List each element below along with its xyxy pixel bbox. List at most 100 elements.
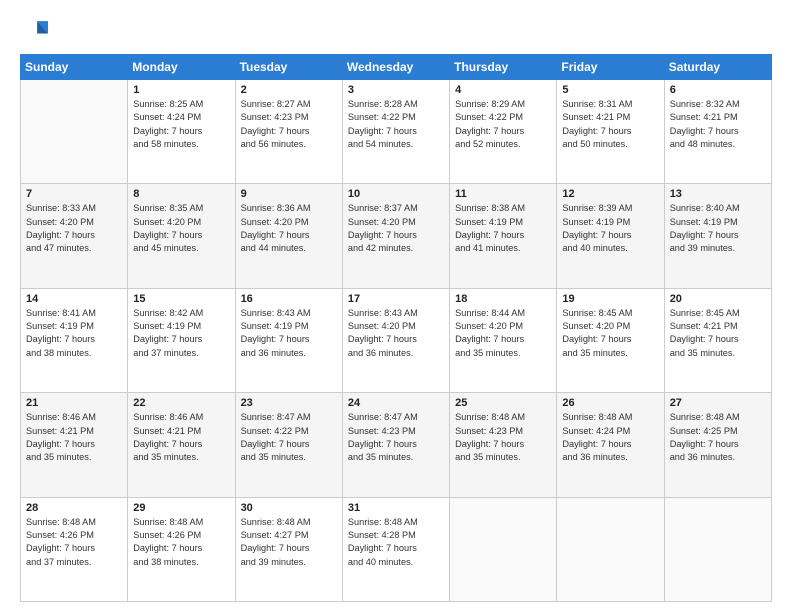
day-cell: 28Sunrise: 8:48 AMSunset: 4:26 PMDayligh… xyxy=(21,497,128,601)
day-cell: 24 Sunrise: 8:47 AMSunset: 4:23 PMDayligh… xyxy=(342,393,449,497)
day-info: Sunrise: 8:46 AMSunset: 4:21 PMDaylight:… xyxy=(26,411,122,464)
day-cell: 22 Sunrise: 8:46 AMSunset: 4:21 PMDayligh… xyxy=(128,393,235,497)
day-number: 7 xyxy=(26,188,122,200)
day-cell: 3 Sunrise: 8:28 AMSunset: 4:22 PMDaylight… xyxy=(342,80,449,184)
week-row-1: 1 Sunrise: 8:25 AMSunset: 4:24 PMDaylight… xyxy=(21,80,772,184)
day-info: Sunrise: 8:32 AMSunset: 4:21 PMDaylight:… xyxy=(670,98,766,151)
day-info: Sunrise: 8:43 AMSunset: 4:20 PMDaylight:… xyxy=(348,307,444,360)
week-row-3: 14Sunrise: 8:41 AMSunset: 4:19 PMDayligh… xyxy=(21,288,772,392)
day-number: 9 xyxy=(241,188,337,200)
day-info: Sunrise: 8:48 AMSunset: 4:28 PMDaylight:… xyxy=(348,516,444,569)
page: SundayMondayTuesdayWednesdayThursdayFrid… xyxy=(0,0,792,612)
day-cell: 31 Sunrise: 8:48 AMSunset: 4:28 PMDayligh… xyxy=(342,497,449,601)
header-day-tuesday: Tuesday xyxy=(235,55,342,80)
day-cell: 13Sunrise: 8:40 AMSunset: 4:19 PMDayligh… xyxy=(664,184,771,288)
day-info: Sunrise: 8:48 AMSunset: 4:26 PMDaylight:… xyxy=(26,516,122,569)
day-cell: 12 Sunrise: 8:39 AMSunset: 4:19 PMDayligh… xyxy=(557,184,664,288)
day-number: 19 xyxy=(562,293,658,305)
day-info: Sunrise: 8:39 AMSunset: 4:19 PMDaylight:… xyxy=(562,202,658,255)
day-cell: 23 Sunrise: 8:47 AMSunset: 4:22 PMDayligh… xyxy=(235,393,342,497)
day-cell: 30Sunrise: 8:48 AMSunset: 4:27 PMDayligh… xyxy=(235,497,342,601)
day-cell: 29 Sunrise: 8:48 AMSunset: 4:26 PMDayligh… xyxy=(128,497,235,601)
day-number: 29 xyxy=(133,502,229,514)
day-number: 24 xyxy=(348,397,444,409)
day-cell: 26 Sunrise: 8:48 AMSunset: 4:24 PMDayligh… xyxy=(557,393,664,497)
day-number: 3 xyxy=(348,84,444,96)
day-number: 31 xyxy=(348,502,444,514)
day-number: 15 xyxy=(133,293,229,305)
day-cell: 18 Sunrise: 8:44 AMSunset: 4:20 PMDayligh… xyxy=(450,288,557,392)
day-info: Sunrise: 8:48 AMSunset: 4:26 PMDaylight:… xyxy=(133,516,229,569)
day-cell: 1 Sunrise: 8:25 AMSunset: 4:24 PMDaylight… xyxy=(128,80,235,184)
day-number: 12 xyxy=(562,188,658,200)
day-cell xyxy=(450,497,557,601)
day-info: Sunrise: 8:27 AMSunset: 4:23 PMDaylight:… xyxy=(241,98,337,151)
header xyxy=(20,18,772,46)
day-number: 2 xyxy=(241,84,337,96)
day-number: 14 xyxy=(26,293,122,305)
day-cell: 5Sunrise: 8:31 AMSunset: 4:21 PMDaylight… xyxy=(557,80,664,184)
logo-icon xyxy=(20,18,48,46)
day-number: 4 xyxy=(455,84,551,96)
day-info: Sunrise: 8:47 AMSunset: 4:22 PMDaylight:… xyxy=(241,411,337,464)
day-info: Sunrise: 8:48 AMSunset: 4:24 PMDaylight:… xyxy=(562,411,658,464)
day-info: Sunrise: 8:48 AMSunset: 4:27 PMDaylight:… xyxy=(241,516,337,569)
calendar-table: SundayMondayTuesdayWednesdayThursdayFrid… xyxy=(20,54,772,602)
day-info: Sunrise: 8:45 AMSunset: 4:20 PMDaylight:… xyxy=(562,307,658,360)
day-cell: 17 Sunrise: 8:43 AMSunset: 4:20 PMDayligh… xyxy=(342,288,449,392)
day-number: 17 xyxy=(348,293,444,305)
week-row-5: 28Sunrise: 8:48 AMSunset: 4:26 PMDayligh… xyxy=(21,497,772,601)
day-number: 20 xyxy=(670,293,766,305)
day-info: Sunrise: 8:35 AMSunset: 4:20 PMDaylight:… xyxy=(133,202,229,255)
day-cell: 15 Sunrise: 8:42 AMSunset: 4:19 PMDayligh… xyxy=(128,288,235,392)
day-info: Sunrise: 8:48 AMSunset: 4:23 PMDaylight:… xyxy=(455,411,551,464)
day-number: 18 xyxy=(455,293,551,305)
day-info: Sunrise: 8:47 AMSunset: 4:23 PMDaylight:… xyxy=(348,411,444,464)
day-info: Sunrise: 8:44 AMSunset: 4:20 PMDaylight:… xyxy=(455,307,551,360)
day-info: Sunrise: 8:31 AMSunset: 4:21 PMDaylight:… xyxy=(562,98,658,151)
day-info: Sunrise: 8:38 AMSunset: 4:19 PMDaylight:… xyxy=(455,202,551,255)
day-info: Sunrise: 8:48 AMSunset: 4:25 PMDaylight:… xyxy=(670,411,766,464)
day-number: 16 xyxy=(241,293,337,305)
day-cell: 9 Sunrise: 8:36 AMSunset: 4:20 PMDaylight… xyxy=(235,184,342,288)
day-info: Sunrise: 8:45 AMSunset: 4:21 PMDaylight:… xyxy=(670,307,766,360)
day-number: 10 xyxy=(348,188,444,200)
day-info: Sunrise: 8:25 AMSunset: 4:24 PMDaylight:… xyxy=(133,98,229,151)
day-cell: 16Sunrise: 8:43 AMSunset: 4:19 PMDayligh… xyxy=(235,288,342,392)
day-info: Sunrise: 8:42 AMSunset: 4:19 PMDaylight:… xyxy=(133,307,229,360)
day-number: 21 xyxy=(26,397,122,409)
day-info: Sunrise: 8:28 AMSunset: 4:22 PMDaylight:… xyxy=(348,98,444,151)
day-info: Sunrise: 8:46 AMSunset: 4:21 PMDaylight:… xyxy=(133,411,229,464)
day-cell xyxy=(557,497,664,601)
day-cell: 21 Sunrise: 8:46 AMSunset: 4:21 PMDayligh… xyxy=(21,393,128,497)
logo xyxy=(20,18,52,46)
day-cell: 6Sunrise: 8:32 AMSunset: 4:21 PMDaylight… xyxy=(664,80,771,184)
day-number: 1 xyxy=(133,84,229,96)
day-cell xyxy=(664,497,771,601)
day-info: Sunrise: 8:29 AMSunset: 4:22 PMDaylight:… xyxy=(455,98,551,151)
day-number: 27 xyxy=(670,397,766,409)
day-number: 22 xyxy=(133,397,229,409)
day-cell: 7 Sunrise: 8:33 AMSunset: 4:20 PMDaylight… xyxy=(21,184,128,288)
header-day-friday: Friday xyxy=(557,55,664,80)
day-cell: 25Sunrise: 8:48 AMSunset: 4:23 PMDayligh… xyxy=(450,393,557,497)
day-number: 23 xyxy=(241,397,337,409)
day-cell: 27 Sunrise: 8:48 AMSunset: 4:25 PMDayligh… xyxy=(664,393,771,497)
week-row-4: 21 Sunrise: 8:46 AMSunset: 4:21 PMDayligh… xyxy=(21,393,772,497)
day-number: 26 xyxy=(562,397,658,409)
header-day-wednesday: Wednesday xyxy=(342,55,449,80)
day-number: 13 xyxy=(670,188,766,200)
day-cell: 4 Sunrise: 8:29 AMSunset: 4:22 PMDaylight… xyxy=(450,80,557,184)
day-cell: 8 Sunrise: 8:35 AMSunset: 4:20 PMDaylight… xyxy=(128,184,235,288)
day-cell: 14Sunrise: 8:41 AMSunset: 4:19 PMDayligh… xyxy=(21,288,128,392)
day-info: Sunrise: 8:33 AMSunset: 4:20 PMDaylight:… xyxy=(26,202,122,255)
header-day-monday: Monday xyxy=(128,55,235,80)
day-info: Sunrise: 8:37 AMSunset: 4:20 PMDaylight:… xyxy=(348,202,444,255)
day-number: 8 xyxy=(133,188,229,200)
day-cell xyxy=(21,80,128,184)
day-number: 11 xyxy=(455,188,551,200)
day-cell: 10 Sunrise: 8:37 AMSunset: 4:20 PMDayligh… xyxy=(342,184,449,288)
day-info: Sunrise: 8:36 AMSunset: 4:20 PMDaylight:… xyxy=(241,202,337,255)
calendar-header-row: SundayMondayTuesdayWednesdayThursdayFrid… xyxy=(21,55,772,80)
day-cell: 11 Sunrise: 8:38 AMSunset: 4:19 PMDayligh… xyxy=(450,184,557,288)
